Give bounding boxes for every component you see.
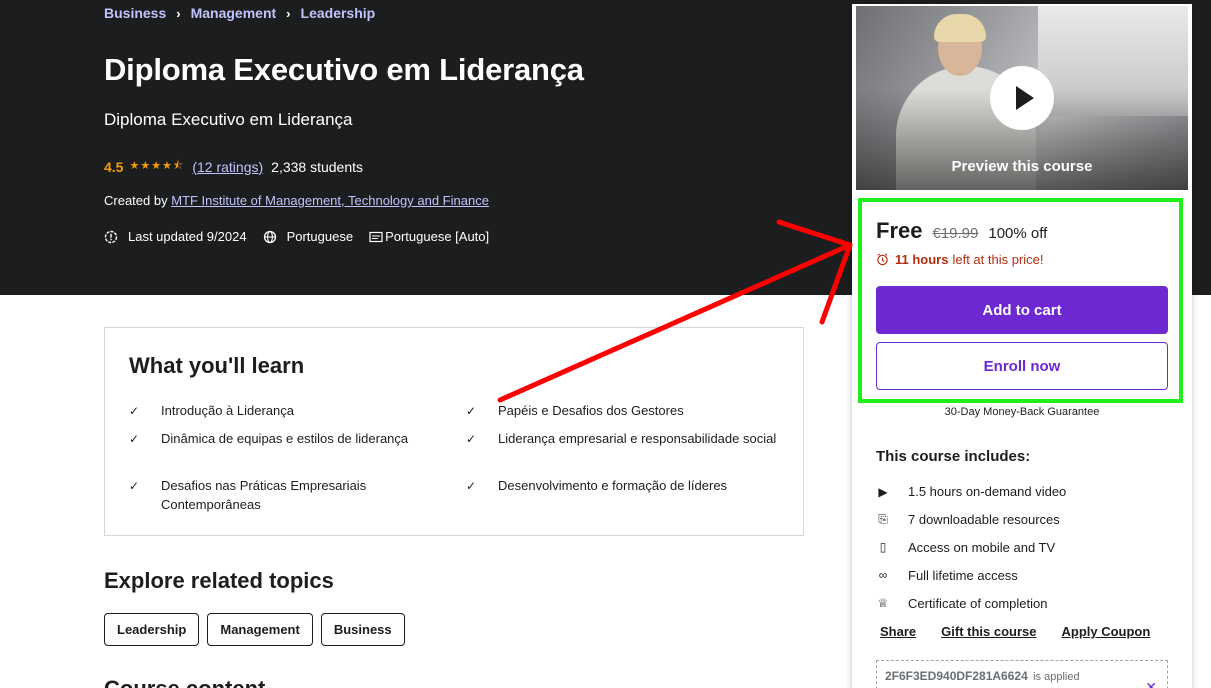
gift-course-link[interactable]: Gift this course	[941, 624, 1036, 639]
what-you-learn-box: What you'll learn ✓ Introdução à Lideran…	[104, 327, 804, 536]
rating-row: 4.5 ★★★★⯪ (12 ratings) 2,338 students	[104, 157, 363, 176]
include-text: Access on mobile and TV	[908, 539, 1056, 555]
chevron-right-icon: ›	[286, 5, 291, 21]
include-item: ⎘ 7 downloadable resources	[876, 506, 1066, 534]
related-topics: Leadership Management Business	[104, 613, 413, 646]
learn-item-text: Liderança empresarial e responsabilidade…	[498, 431, 777, 446]
breadcrumb-business[interactable]: Business	[104, 5, 166, 21]
rating-value: 4.5	[104, 158, 124, 175]
applied-coupon: 2F6F3ED940DF281A6624 is applied ✕	[876, 660, 1168, 688]
alert-badge-icon	[104, 230, 118, 243]
course-language: Portuguese	[263, 229, 354, 244]
checkmark-icon: ✓	[466, 432, 477, 446]
breadcrumb-leadership[interactable]: Leadership	[301, 5, 376, 21]
learn-item-text: Dinâmica de equipas e estilos de lideran…	[161, 431, 409, 446]
mobile-icon: ▯	[879, 540, 887, 555]
checkmark-icon: ✓	[129, 404, 140, 418]
include-text: Certificate of completion	[908, 595, 1048, 611]
language-text: Portuguese	[286, 229, 354, 244]
close-icon[interactable]: ✕	[1145, 679, 1157, 688]
chevron-right-icon: ›	[176, 5, 181, 21]
includes-title: This course includes:	[876, 448, 1031, 465]
highlight-box	[858, 198, 1183, 403]
checkmark-icon: ✓	[466, 479, 477, 493]
related-topics-title: Explore related topics	[104, 568, 334, 593]
learn-item-text: Desenvolvimento e formação de líderes	[498, 478, 728, 493]
video-icon: ▶	[878, 484, 888, 499]
topic-management-button[interactable]: Management	[207, 613, 313, 646]
last-updated-text: Last updated 9/2024	[128, 229, 247, 244]
captions-text: Portuguese [Auto]	[385, 229, 490, 244]
learn-item: ✓ Dinâmica de equipas e estilos de lider…	[129, 429, 451, 448]
learn-item: ✓ Introdução à Liderança	[129, 401, 451, 420]
play-icon[interactable]	[990, 66, 1054, 130]
infinity-icon: ∞	[878, 568, 888, 583]
captions-icon	[369, 231, 383, 242]
file-download-icon: ⎘	[878, 512, 888, 527]
created-by: Created by MTF Institute of Management, …	[104, 193, 489, 208]
learn-item: ✓ Papéis e Desafios dos Gestores	[466, 401, 788, 420]
include-item: ∞ Full lifetime access	[876, 561, 1066, 589]
money-back-guarantee: 30-Day Money-Back Guarantee	[944, 406, 1100, 418]
star-rating-icon: ★★★★⯪	[129, 160, 185, 172]
course-content-title: Course content	[104, 676, 265, 688]
include-item: ▶ 1.5 hours on-demand video	[876, 478, 1066, 506]
course-subtitle: Diploma Executivo em Liderança	[104, 110, 353, 129]
checkmark-icon: ✓	[466, 404, 477, 418]
globe-icon	[263, 230, 276, 243]
coupon-code: 2F6F3ED940DF281A6624	[885, 669, 1028, 683]
include-text: 7 downloadable resources	[908, 512, 1060, 528]
apply-coupon-link[interactable]: Apply Coupon	[1062, 624, 1151, 639]
course-preview[interactable]: Preview this course	[856, 6, 1188, 190]
learn-title: What you'll learn	[129, 353, 305, 378]
learn-item-text: Papéis e Desafios dos Gestores	[498, 403, 684, 418]
course-captions: Portuguese [Auto]	[369, 229, 489, 244]
breadcrumb-management[interactable]: Management	[191, 5, 277, 21]
topic-leadership-button[interactable]: Leadership	[104, 613, 200, 646]
topic-business-button[interactable]: Business	[320, 613, 405, 646]
students-count: 2,338 students	[271, 158, 364, 175]
preview-label[interactable]: Preview this course	[856, 158, 1188, 175]
created-by-label: Created by	[104, 193, 168, 208]
learn-item-text: Introdução à Liderança	[161, 403, 294, 418]
include-text: 1.5 hours on-demand video	[908, 484, 1067, 500]
coupon-status: is applied	[1033, 671, 1080, 683]
include-text: Full lifetime access	[908, 567, 1018, 583]
checkmark-icon: ✓	[129, 432, 140, 446]
instructor-link[interactable]: MTF Institute of Management, Technology …	[171, 193, 489, 208]
breadcrumb: Business › Management › Leadership	[104, 5, 375, 21]
learn-item-text: Desafios nas Práticas Empresariais Conte…	[161, 478, 367, 512]
learn-item: ✓ Desafios nas Práticas Empresariais Con…	[129, 476, 421, 514]
course-meta: Last updated 9/2024 Portuguese Portugues…	[104, 229, 505, 244]
sidebar-links: Share Gift this course Apply Coupon	[880, 624, 1175, 639]
includes-list: ▶ 1.5 hours on-demand video ⎘ 7 download…	[876, 478, 1067, 617]
include-item: ▯ Access on mobile and TV	[876, 534, 1066, 562]
trophy-icon: ♕	[877, 596, 889, 611]
include-item: ♕ Certificate of completion	[876, 589, 1066, 617]
checkmark-icon: ✓	[129, 479, 140, 493]
last-updated: Last updated 9/2024	[104, 229, 247, 244]
course-title: Diploma Executivo em Liderança	[104, 52, 584, 87]
ratings-count-link[interactable]: (12 ratings)	[192, 159, 263, 175]
share-link[interactable]: Share	[880, 624, 916, 639]
learn-item: ✓ Desenvolvimento e formação de líderes	[466, 476, 788, 495]
learn-item: ✓ Liderança empresarial e responsabilida…	[466, 429, 778, 448]
